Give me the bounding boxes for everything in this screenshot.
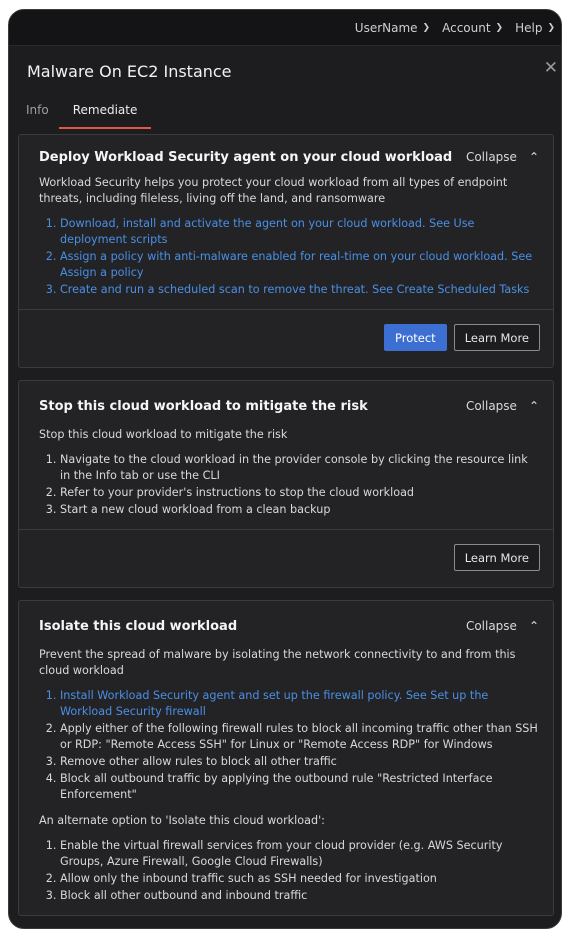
step-link[interactable]: Assign a policy with anti-malware enable… (60, 249, 541, 281)
step-link[interactable]: Create and run a scheduled scan to remov… (60, 282, 541, 298)
chevron-down-icon: ❯ (547, 22, 555, 33)
deploy-agent-card: Deploy Workload Security agent on your c… (18, 134, 554, 368)
step-item: Allow only the inbound traffic such as S… (60, 871, 541, 887)
close-icon[interactable]: ✕ (544, 58, 558, 78)
step-item: Block all outbound traffic by applying t… (60, 771, 541, 803)
remediation-panel: UserName ❯ Account ❯ Help ❯ Malware On E… (8, 9, 562, 929)
panel-tabs: Info Remediate (9, 96, 561, 134)
username-menu-label: UserName (354, 20, 418, 35)
step-item: Navigate to the cloud workload in the pr… (60, 452, 541, 484)
collapse-label: Collapse (465, 619, 517, 633)
collapse-toggle[interactable]: Collapse ⌃ (466, 399, 539, 413)
card-description: Stop this cloud workload to mitigate the… (39, 428, 288, 441)
card-title: Stop this cloud workload to mitigate the… (39, 398, 368, 414)
step-item: Enable the virtual firewall services fro… (60, 838, 541, 870)
card-actions: Learn More (19, 530, 553, 587)
account-menu-label: Account (442, 20, 491, 35)
help-menu-label: Help (515, 20, 543, 35)
alternate-intro: An alternate option to 'Isolate this clo… (39, 814, 325, 827)
tab-remediate[interactable]: Remediate (58, 96, 151, 134)
learn-more-button[interactable]: Learn More (453, 544, 540, 571)
protect-button[interactable]: Protect (384, 324, 447, 351)
username-menu[interactable]: UserName ❯ (355, 21, 430, 35)
steps-list: Install Workload Security agent and set … (53, 688, 541, 803)
card-body: Workload Security helps you protect your… (19, 175, 553, 309)
chevron-down-icon: ❯ (422, 22, 431, 33)
panel-title: Malware On EC2 Instance (27, 62, 232, 81)
tab-info[interactable]: Info (26, 96, 49, 134)
card-title: Deploy Workload Security agent on your c… (39, 149, 453, 165)
help-menu[interactable]: Help ❯ (515, 21, 555, 35)
panel-header: Malware On EC2 Instance ✕ (9, 46, 561, 96)
card-header: Isolate this cloud workload Collapse ⌃ (19, 601, 553, 647)
stop-workload-card: Stop this cloud workload to mitigate the… (18, 380, 554, 588)
isolate-workload-card: Isolate this cloud workload Collapse ⌃ P… (18, 600, 554, 916)
collapse-label: Collapse (465, 150, 517, 164)
step-item: Remove other allow rules to block all ot… (60, 754, 541, 770)
collapse-toggle[interactable]: Collapse ⌃ (466, 619, 539, 633)
step-item: Start a new cloud workload from a clean … (60, 502, 541, 518)
chevron-down-icon: ❯ (495, 22, 504, 33)
card-actions: Protect Learn More (19, 310, 553, 367)
card-title: Isolate this cloud workload (39, 618, 238, 634)
chevron-up-icon: ⌃ (528, 150, 539, 164)
step-item: Apply either of the following firewall r… (60, 721, 541, 753)
collapse-label: Collapse (465, 399, 517, 413)
learn-more-button[interactable]: Learn More (453, 324, 540, 351)
collapse-toggle[interactable]: Collapse ⌃ (466, 150, 539, 164)
step-link[interactable]: Install Workload Security agent and set … (60, 688, 541, 720)
step-link[interactable]: Download, install and activate the agent… (60, 216, 541, 248)
step-item: Refer to your provider's instructions to… (60, 485, 541, 501)
card-description: Workload Security helps you protect your… (39, 176, 508, 205)
chevron-up-icon: ⌃ (528, 399, 539, 413)
account-menu[interactable]: Account ❯ (442, 21, 503, 35)
card-header: Stop this cloud workload to mitigate the… (19, 381, 553, 427)
steps-list: Download, install and activate the agent… (53, 216, 541, 298)
alternate-steps-list: Enable the virtual firewall services fro… (53, 838, 541, 904)
card-body: Stop this cloud workload to mitigate the… (19, 427, 553, 529)
card-body: Prevent the spread of malware by isolati… (19, 647, 553, 915)
step-item: Block all other outbound and inbound tra… (60, 888, 541, 904)
top-nav-bar: UserName ❯ Account ❯ Help ❯ (9, 10, 561, 46)
remediation-content: Deploy Workload Security agent on your c… (9, 134, 561, 916)
card-description: Prevent the spread of malware by isolati… (39, 648, 516, 677)
card-header: Deploy Workload Security agent on your c… (19, 135, 553, 175)
steps-list: Navigate to the cloud workload in the pr… (53, 452, 541, 518)
chevron-up-icon: ⌃ (528, 619, 539, 633)
